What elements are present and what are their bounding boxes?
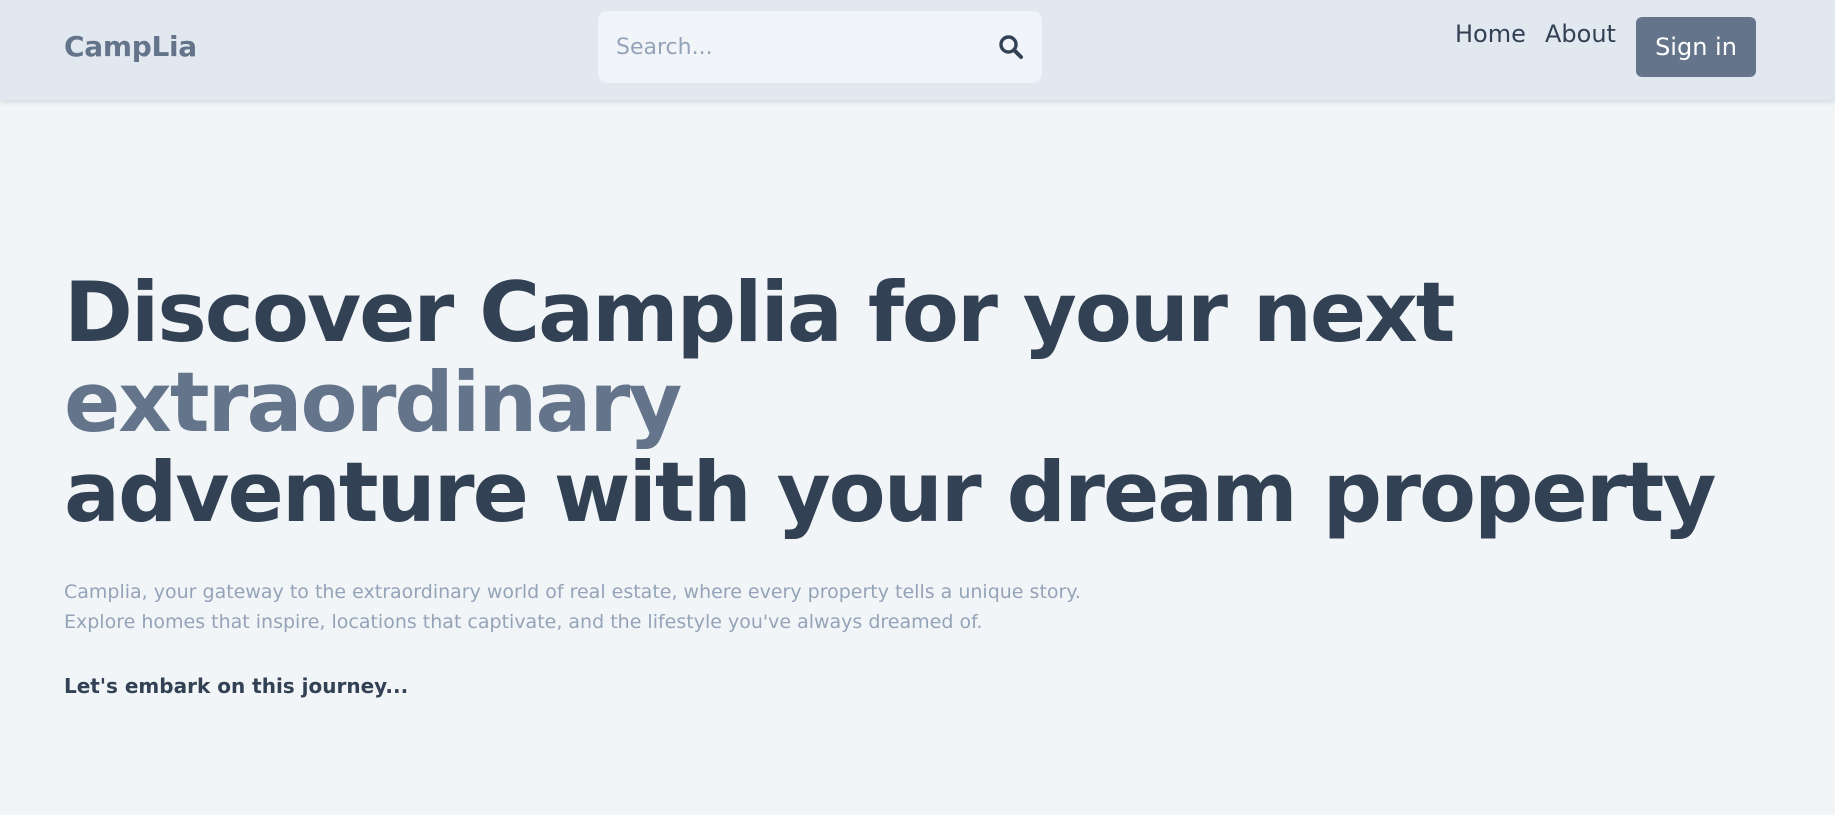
hero-description-line-1: Camplia, your gateway to the extraordina… (64, 581, 1081, 603)
navbar: CampLia Home About Sign in (0, 0, 1835, 100)
nav-link-home[interactable]: Home (1455, 20, 1526, 48)
hero-description: Camplia, your gateway to the extraordina… (64, 577, 1081, 637)
hero-description-line-2: Explore homes that inspire, locations th… (64, 611, 983, 633)
hero-title: Discover Camplia for your next extraordi… (64, 264, 1716, 541)
nav-link-about[interactable]: About (1545, 20, 1616, 48)
hero-cta-text: Let's embark on this journey... (64, 674, 409, 698)
hero-title-line-1: Discover Camplia for your next (64, 264, 1455, 361)
hero-title-line-3: adventure with your dream property (64, 444, 1716, 541)
sign-in-button[interactable]: Sign in (1636, 17, 1756, 77)
search-input[interactable] (616, 11, 976, 83)
search-icon[interactable] (998, 34, 1024, 60)
brand-logo[interactable]: CampLia (64, 30, 197, 63)
hero-title-highlight: extraordinary (64, 354, 682, 451)
search-box (598, 11, 1042, 83)
